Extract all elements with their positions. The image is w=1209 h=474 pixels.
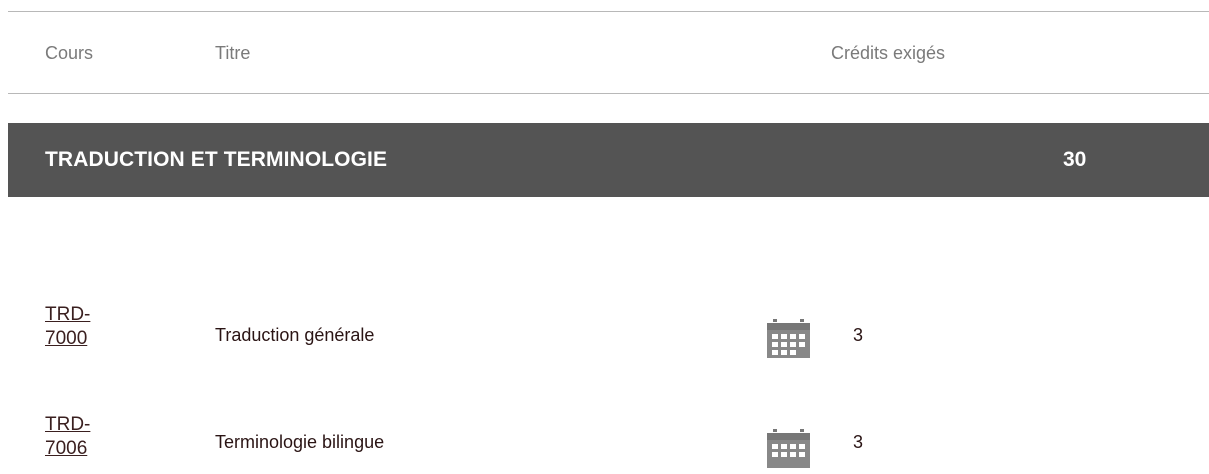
table-row: TRD- 7006 Terminologie bilingue 3: [0, 413, 1209, 473]
column-header-credits: Crédits exigés: [831, 43, 946, 63]
section-header-bar: TRADUCTION ET TERMINOLOGIE 30: [8, 123, 1209, 197]
course-code-number: 7000: [45, 328, 88, 349]
course-title: Traduction générale: [215, 325, 375, 345]
column-header-title: Titre: [215, 43, 251, 63]
header-bottom-divider: [8, 93, 1209, 94]
course-code-prefix: TRD-: [45, 414, 91, 435]
calendar-icon[interactable]: [767, 429, 810, 469]
course-code-number: 7006: [45, 438, 88, 459]
course-title: Terminologie bilingue: [215, 432, 385, 452]
section-title: TRADUCTION ET TERMINOLOGIE: [45, 148, 388, 171]
table-row: TRD- 7000 Traduction générale 3: [0, 303, 1209, 363]
column-header-course: Cours: [45, 43, 94, 63]
header-top-divider: [8, 11, 1209, 12]
calendar-icon[interactable]: [767, 319, 810, 359]
course-code-prefix: TRD-: [45, 304, 91, 325]
section-credits: 30: [1063, 148, 1087, 171]
course-code-link[interactable]: TRD- 7006: [45, 413, 90, 461]
course-credits: 3: [853, 325, 864, 345]
course-code-link[interactable]: TRD- 7000: [45, 303, 90, 351]
course-credits: 3: [853, 432, 864, 452]
